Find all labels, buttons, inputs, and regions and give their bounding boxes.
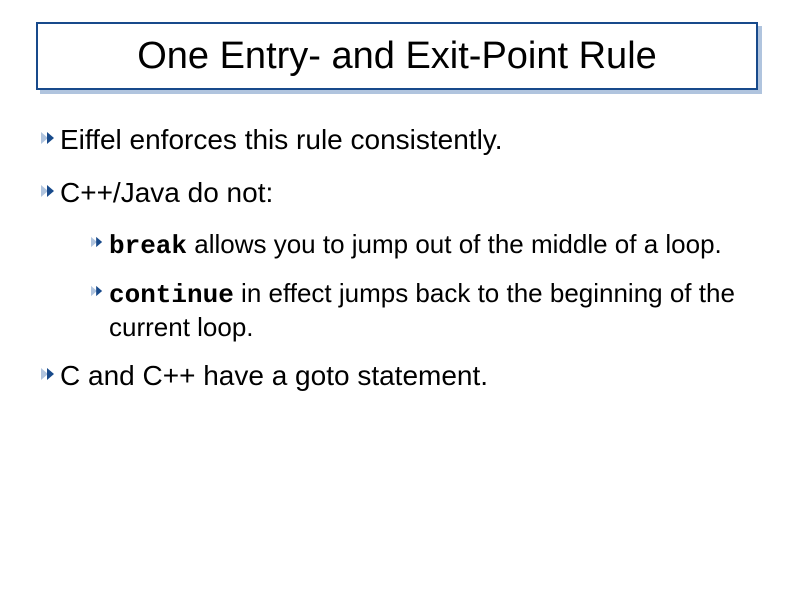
sub-bullet-rest: allows you to jump out of the middle of … <box>187 229 722 259</box>
bullet-arrow-icon <box>40 367 56 381</box>
slide-body: Eiffel enforces this rule consistently. … <box>40 122 760 411</box>
list-item: C and C++ have a goto statement. <box>40 358 760 393</box>
bullet-arrow-icon <box>90 285 104 297</box>
list-item: break allows you to jump out of the midd… <box>90 228 760 263</box>
code-keyword: continue <box>109 280 234 310</box>
slide-title-box: One Entry- and Exit-Point Rule <box>36 22 758 90</box>
code-keyword: break <box>109 231 187 261</box>
sub-bullet-text: break allows you to jump out of the midd… <box>109 228 722 263</box>
bullet-arrow-icon <box>40 131 56 145</box>
list-item: C++/Java do not: <box>40 175 760 210</box>
sub-list: break allows you to jump out of the midd… <box>90 228 760 344</box>
bullet-text: C and C++ have a goto statement. <box>60 358 488 393</box>
list-item: continue in effect jumps back to the beg… <box>90 277 760 344</box>
list-item: Eiffel enforces this rule consistently. <box>40 122 760 157</box>
bullet-arrow-icon <box>40 184 56 198</box>
bullet-text: Eiffel enforces this rule consistently. <box>60 122 503 157</box>
bullet-arrow-icon <box>90 236 104 248</box>
slide-title: One Entry- and Exit-Point Rule <box>137 35 657 78</box>
sub-bullet-text: continue in effect jumps back to the beg… <box>109 277 760 344</box>
bullet-text: C++/Java do not: <box>60 175 273 210</box>
